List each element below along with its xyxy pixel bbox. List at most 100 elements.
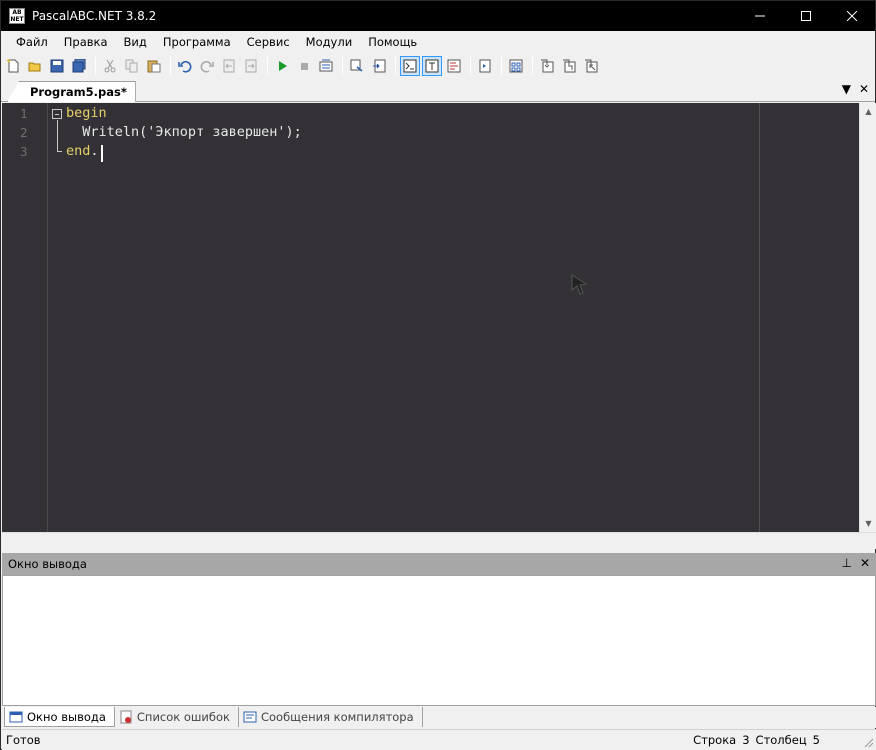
breakpoint-button[interactable]: [475, 56, 495, 76]
output-panel-controls: ⊥ ✕: [841, 556, 870, 570]
code-editor[interactable]: 1 2 3 begin Writeln('Экпорт завершен'); …: [2, 103, 859, 532]
column-label: Столбец: [755, 733, 807, 747]
save-button[interactable]: [47, 56, 67, 76]
line-number: 1: [20, 106, 28, 121]
cut-button[interactable]: [100, 56, 120, 76]
menu-help[interactable]: Помощь: [360, 32, 425, 52]
navigate-forward-button[interactable]: [241, 56, 261, 76]
document-tab-strip: Program5.pas* ▼ ✕: [1, 80, 875, 102]
tab-label: Сообщения компилятора: [260, 710, 414, 724]
app-logo-icon: AB NET: [9, 8, 25, 24]
navigate-back-button[interactable]: [219, 56, 239, 76]
editor-horizontal-scrollbar[interactable]: [2, 532, 876, 549]
row-value: 3: [742, 733, 750, 747]
app-logo-text: AB NET: [10, 9, 24, 23]
save-all-button[interactable]: [69, 56, 89, 76]
form-designer-icon: [425, 59, 439, 73]
output-icon: [9, 711, 23, 722]
watch-icon: [509, 59, 523, 73]
cut-icon: [104, 59, 116, 73]
step-button[interactable]: [369, 56, 389, 76]
fold-guide-end: [57, 151, 62, 152]
toolbar-separator: [267, 57, 268, 75]
window-title: PascalABC.NET 3.8.2: [32, 9, 157, 23]
new-file-button[interactable]: [3, 56, 23, 76]
resize-grip-icon[interactable]: [862, 736, 874, 748]
copy-button[interactable]: [122, 56, 142, 76]
window-controls: [737, 1, 875, 31]
output-panel-header: Окно вывода ⊥ ✕: [2, 553, 876, 575]
paste-button[interactable]: [144, 56, 164, 76]
form-designer-toggle[interactable]: [422, 56, 442, 76]
editor-vertical-scrollbar[interactable]: ▲ ▼: [859, 103, 876, 532]
pin-icon[interactable]: ⊥: [841, 556, 851, 570]
menu-edit[interactable]: Правка: [56, 32, 116, 52]
stop-icon: [301, 63, 308, 70]
tab-error-list[interactable]: Список ошибок: [115, 707, 239, 727]
step-out-button[interactable]: [581, 56, 601, 76]
close-icon: [847, 11, 857, 21]
undo-icon: [178, 61, 192, 73]
run-icon: [279, 61, 287, 71]
column-value: 5: [812, 733, 820, 747]
menu-view[interactable]: Вид: [116, 32, 155, 52]
breakpoint-icon: [479, 59, 491, 73]
save-all-icon: [72, 59, 86, 73]
mouse-pointer-icon: [571, 274, 588, 295]
menu-service[interactable]: Сервис: [239, 32, 298, 52]
line-number: 2: [20, 125, 28, 140]
run-button[interactable]: [272, 56, 292, 76]
string-literal: 'Экпорт завершен': [147, 124, 286, 140]
close-icon[interactable]: ✕: [860, 556, 870, 570]
line-number-gutter: 1 2 3: [2, 103, 48, 532]
tab-compiler-messages[interactable]: Сообщения компилятора: [239, 707, 423, 727]
close-window-button[interactable]: [829, 1, 875, 31]
bottom-panel-tabs: Окно вывода Список ошибок Сообщения комп…: [2, 707, 876, 728]
menu-modules[interactable]: Модули: [298, 32, 361, 52]
step-over-button[interactable]: [559, 56, 579, 76]
output-window-toggle[interactable]: [400, 56, 420, 76]
format-code-button[interactable]: [444, 56, 464, 76]
redo-button[interactable]: [197, 56, 217, 76]
toolbar-separator: [395, 57, 396, 75]
close-tab-icon[interactable]: ✕: [859, 82, 869, 96]
compile-button[interactable]: [316, 56, 336, 76]
toolbar-separator: [501, 57, 502, 75]
scroll-up-icon[interactable]: ▲: [860, 103, 876, 120]
undo-button[interactable]: [175, 56, 195, 76]
code-line-1: begin: [66, 105, 107, 121]
cursor-position: Строка 3 Столбец 5: [693, 733, 820, 747]
tab-strip-controls: ▼ ✕: [842, 82, 869, 96]
tab-list-dropdown-icon[interactable]: ▼: [842, 82, 851, 96]
status-bar: Готов Строка 3 Столбец 5: [2, 729, 876, 750]
navigate-forward-icon: [245, 59, 257, 73]
maximize-icon: [801, 11, 811, 21]
output-panel-body[interactable]: [2, 575, 876, 706]
app-window: AB NET PascalABC.NET 3.8.2 Файл Правка В…: [0, 0, 876, 750]
right-margin-line: [759, 103, 760, 532]
compile-icon: [319, 59, 333, 72]
debug-button[interactable]: [347, 56, 367, 76]
tab-output-window[interactable]: Окно вывода: [4, 707, 115, 727]
output-window-icon: [403, 59, 417, 73]
menu-file[interactable]: Файл: [8, 32, 56, 52]
tab-program5[interactable]: Program5.pas*: [7, 81, 136, 102]
step-into-button[interactable]: [537, 56, 557, 76]
error-list-icon: [120, 710, 132, 724]
minimize-button[interactable]: [737, 1, 783, 31]
maximize-button[interactable]: [783, 1, 829, 31]
save-icon: [50, 59, 64, 73]
stop-button[interactable]: [294, 56, 314, 76]
open-file-button[interactable]: [25, 56, 45, 76]
scroll-down-icon[interactable]: ▼: [860, 515, 876, 532]
fold-toggle-icon[interactable]: [52, 109, 62, 119]
menu-program[interactable]: Программа: [155, 32, 239, 52]
toolbar-separator: [342, 57, 343, 75]
navigate-back-icon: [223, 59, 235, 73]
toolbar-separator: [470, 57, 471, 75]
step-over-icon: [563, 59, 576, 73]
new-file-icon: [6, 59, 19, 73]
watch-button[interactable]: [506, 56, 526, 76]
title-bar: AB NET PascalABC.NET 3.8.2: [1, 1, 875, 31]
